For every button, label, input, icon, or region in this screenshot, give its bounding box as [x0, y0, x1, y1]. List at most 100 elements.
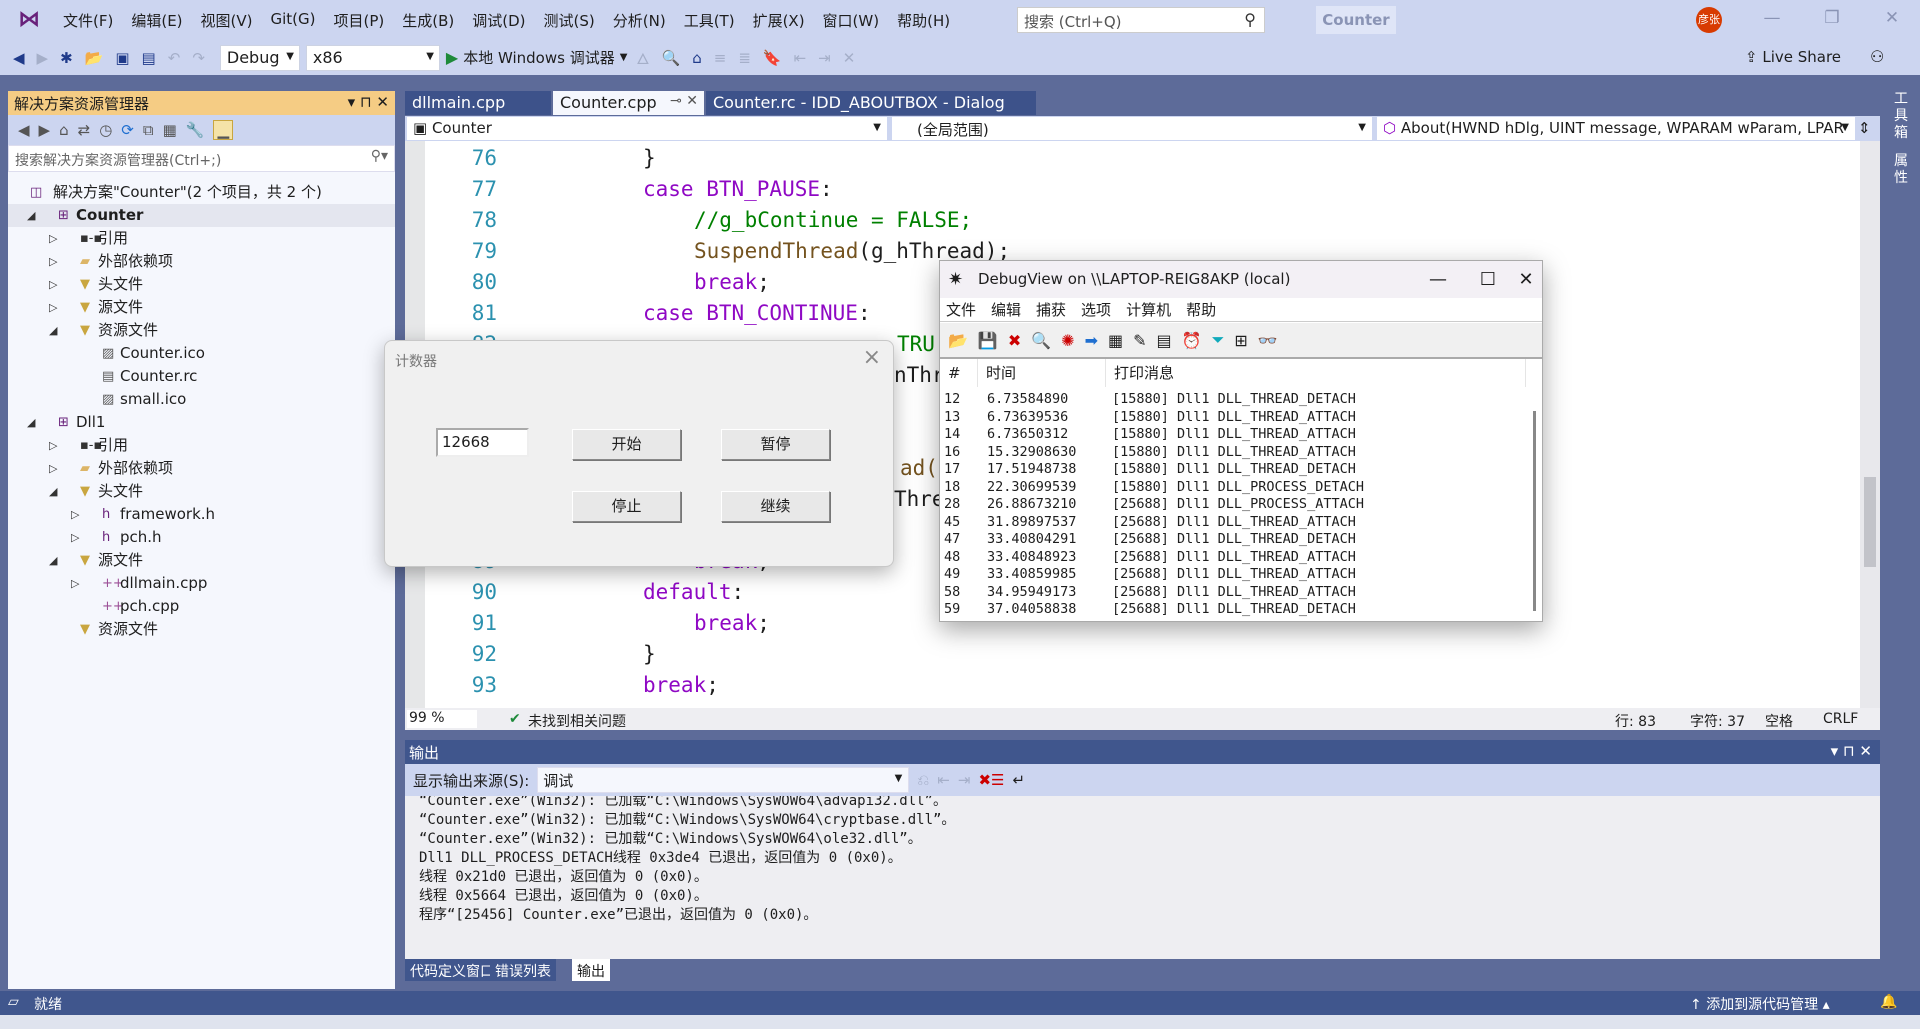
- tab-2[interactable]: Counter.rc - IDD_ABOUTBOX - Dialog: [706, 91, 1036, 115]
- debugview-row[interactable]: 58 34.95949173 [25688] Dll1 DLL_THREAD_ATT…: [940, 583, 1525, 601]
- tree-item[interactable]: ▷ h framework.h: [8, 503, 395, 526]
- forward-icon[interactable]: ▶: [34, 49, 52, 67]
- start-button[interactable]: 开始: [572, 429, 681, 460]
- debugview-scrollbar[interactable]: [1533, 411, 1536, 611]
- output-tab-0[interactable]: 代码定义窗口: [405, 959, 499, 981]
- undo-icon[interactable]: ↶: [165, 49, 184, 67]
- find-message-icon[interactable]: ⎌: [917, 771, 929, 789]
- feedback-icon[interactable]: ⚇: [1870, 47, 1884, 66]
- save-icon[interactable]: 💾: [978, 331, 998, 350]
- start-debugging-button[interactable]: ▶ 本地 Windows 调试器 ▼: [446, 47, 628, 68]
- tree-item[interactable]: ++ pch.cpp: [8, 595, 395, 618]
- menu-item[interactable]: 测试(S): [535, 10, 604, 31]
- home-icon[interactable]: ⌂: [689, 49, 705, 67]
- debugview-row[interactable]: 17 17.51948738 [15880] Dll1 DLL_THREAD_DET…: [940, 460, 1525, 478]
- debugview-row[interactable]: 14 6.73650312 [15880] Dll1 DLL_THREAD_ATTA…: [940, 425, 1525, 443]
- restore-icon[interactable]: ❐: [1817, 8, 1847, 32]
- column-time[interactable]: 时间: [978, 359, 1106, 387]
- tree-item[interactable]: ◢ ⊞ Dll1: [8, 411, 395, 434]
- menu-item[interactable]: 扩展(X): [744, 10, 814, 31]
- search-input[interactable]: 搜索 (Ctrl+Q) ⚲: [1017, 7, 1265, 33]
- notifications-icon[interactable]: 🔔: [1880, 994, 1897, 1010]
- project-dropdown[interactable]: ▣ Counter ▼: [407, 117, 887, 140]
- tree-item[interactable]: ◢ ⊞ Counter: [8, 204, 395, 227]
- column-number[interactable]: #: [940, 359, 978, 387]
- minimize-icon[interactable]: —: [1757, 8, 1787, 32]
- tree-item[interactable]: ▷ ▰ 外部依赖项: [8, 457, 395, 480]
- collapsed-arrow-icon[interactable]: ▷: [71, 526, 79, 549]
- tree-item[interactable]: ◢ ▼ 源文件: [8, 549, 395, 572]
- toolbox-tab[interactable]: 工具箱: [1892, 91, 1910, 142]
- clear-bookmarks-icon[interactable]: ✕: [840, 49, 859, 67]
- menu-item[interactable]: 文件(F): [54, 10, 122, 31]
- expanded-arrow-icon[interactable]: ◢: [49, 480, 57, 503]
- menu-item[interactable]: 视图(V): [192, 10, 262, 31]
- menu-item[interactable]: 工具(T): [675, 10, 744, 31]
- menu-item[interactable]: 编辑(E): [122, 10, 191, 31]
- output-tab-2[interactable]: 输出: [572, 959, 610, 981]
- panel-controls[interactable]: ▾ ⊓ ✕: [348, 93, 389, 113]
- debugview-row[interactable]: 47 33.40804291 [25688] Dll1 DLL_THREAD_DET…: [940, 530, 1525, 548]
- issues-status[interactable]: 未找到相关问题: [528, 711, 626, 731]
- debugview-menu-item[interactable]: 计算机: [1126, 298, 1171, 321]
- scroll-thumb[interactable]: [1864, 477, 1876, 567]
- debugview-row[interactable]: 28 26.88673210 [25688] Dll1 DLL_PROCESS_AT…: [940, 495, 1525, 513]
- format-icon[interactable]: ≡: [711, 49, 730, 67]
- output-text[interactable]: “Counter.exe”(Win32): 已加载“C:\Windows\Sys…: [405, 796, 1880, 959]
- switch-view-icon[interactable]: ⇄: [78, 121, 91, 139]
- redo-icon[interactable]: ↷: [189, 49, 208, 67]
- capture-icon[interactable]: ✺: [1061, 331, 1074, 350]
- comment-icon[interactable]: ≣: [735, 49, 754, 67]
- expanded-arrow-icon[interactable]: ◢: [49, 549, 57, 572]
- menu-item[interactable]: 调试(D): [463, 10, 534, 31]
- tree-item[interactable]: ▷ ++ dllmain.cpp: [8, 572, 395, 595]
- history-depth-icon[interactable]: ▤: [1157, 331, 1172, 350]
- expanded-arrow-icon[interactable]: ◢: [27, 411, 35, 434]
- debugview-row[interactable]: 48 33.40848923 [25688] Dll1 DLL_THREAD_ATT…: [940, 548, 1525, 566]
- tree-item[interactable]: ▤ Counter.rc: [8, 365, 395, 388]
- expanded-arrow-icon[interactable]: ◢: [49, 319, 57, 342]
- save-all-icon[interactable]: ▤: [139, 49, 159, 67]
- clear-all-icon[interactable]: ✖☰: [978, 771, 1004, 789]
- platform-select[interactable]: x86 ▼: [305, 44, 440, 71]
- clear-icon[interactable]: ✖: [1008, 331, 1021, 350]
- collapsed-arrow-icon[interactable]: ▷: [49, 296, 57, 319]
- tree-item[interactable]: ▷ h pch.h: [8, 526, 395, 549]
- close-icon[interactable]: ✕: [1877, 8, 1907, 32]
- collapsed-arrow-icon[interactable]: ▷: [49, 434, 57, 457]
- tree-item[interactable]: ▨ small.ico: [8, 388, 395, 411]
- open-icon[interactable]: 📂: [948, 331, 968, 350]
- menu-item[interactable]: Git(G): [262, 10, 325, 31]
- avatar[interactable]: 彦张: [1696, 7, 1722, 33]
- close-icon[interactable]: ×: [863, 345, 881, 370]
- debugview-row[interactable]: 59 37.04058838 [25688] Dll1 DLL_THREAD_DET…: [940, 600, 1525, 618]
- word-wrap-icon[interactable]: ↵: [1012, 771, 1025, 789]
- pause-button[interactable]: 暂停: [721, 429, 830, 460]
- debugview-menu-item[interactable]: 选项: [1081, 298, 1111, 321]
- debugview-row[interactable]: 13 6.73639536 [15880] Dll1 DLL_THREAD_ATTA…: [940, 408, 1525, 426]
- tree-item[interactable]: ▼ 资源文件: [8, 618, 395, 641]
- live-share-button[interactable]: ⇪ Live Share: [1745, 48, 1841, 66]
- collapse-all-icon[interactable]: ⧉: [143, 121, 154, 139]
- stop-button[interactable]: 停止: [572, 491, 681, 522]
- menu-item[interactable]: 窗口(W): [814, 10, 889, 31]
- debugview-row[interactable]: 12 6.73584890 [15880] Dll1 DLL_THREAD_DETA…: [940, 390, 1525, 408]
- open-folder-icon[interactable]: 📂: [82, 49, 107, 67]
- capture-kernel-icon[interactable]: ▦: [1108, 331, 1123, 350]
- find-icon[interactable]: 🔍: [1031, 331, 1051, 350]
- forward-icon[interactable]: ▶: [39, 121, 51, 139]
- tree-item[interactable]: ◫ 解决方案"Counter"(2 个项目，共 2 个): [8, 181, 395, 204]
- output-tab-1[interactable]: 错误列表: [490, 959, 556, 981]
- tree-item[interactable]: ▷ ▰ 外部依赖项: [8, 250, 395, 273]
- edit-icon[interactable]: ✎: [1133, 331, 1146, 350]
- tree-item[interactable]: ▨ Counter.ico: [8, 342, 395, 365]
- panel-controls[interactable]: ▾ ⊓ ✕: [1831, 742, 1872, 760]
- collapsed-arrow-icon[interactable]: ▷: [49, 250, 57, 273]
- collapsed-arrow-icon[interactable]: ▷: [49, 457, 57, 480]
- back-icon[interactable]: ◀: [18, 121, 30, 139]
- tree-item[interactable]: ▷ ▼ 头文件: [8, 273, 395, 296]
- back-icon[interactable]: ◀: [10, 49, 28, 67]
- collapsed-arrow-icon[interactable]: ▷: [49, 273, 57, 296]
- menu-item[interactable]: 分析(N): [604, 10, 675, 31]
- output-source-select[interactable]: 调试 ▼: [537, 767, 910, 793]
